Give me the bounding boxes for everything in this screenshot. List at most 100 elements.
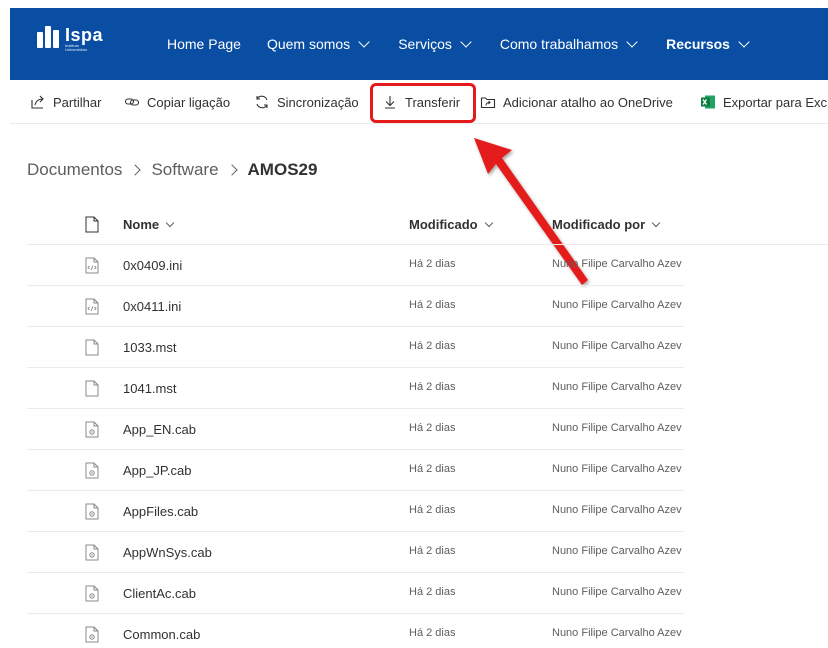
breadcrumb-current: AMOS29 (247, 160, 318, 179)
share-button[interactable]: Partilhar (30, 94, 101, 110)
code-file-icon (85, 298, 99, 320)
chevron-right-icon (225, 164, 238, 176)
list-header: Nome Modificado Modificado por (27, 203, 827, 245)
table-row[interactable]: 1041.mst Há 2 dias Nuno Filipe Carvalho … (27, 368, 684, 409)
nav-item-recursos[interactable]: Recursos (666, 36, 750, 52)
copy-link-label: Copiar ligação (147, 94, 231, 110)
chevron-right-icon (129, 164, 142, 176)
table-row[interactable]: App_EN.cab Há 2 dias Nuno Filipe Carvalh… (27, 409, 684, 450)
system-file-icon (85, 421, 99, 443)
sync-icon (254, 94, 270, 110)
column-header-name-label: Nome (123, 217, 160, 232)
link-icon (124, 94, 140, 110)
export-excel-button[interactable]: Exportar para Exc (700, 94, 827, 110)
copy-link-button[interactable]: Copiar ligação (124, 94, 230, 110)
chevron-down-icon (165, 218, 175, 227)
column-header-modified-by[interactable]: Modificado por (552, 217, 661, 232)
ispa-logo-icon (37, 26, 61, 48)
file-name[interactable]: AppWnSys.cab (123, 545, 212, 560)
logo-subtitle-2: Universitário (65, 47, 88, 52)
file-modified: Há 2 dias (409, 258, 456, 270)
file-name[interactable]: AppFiles.cab (123, 504, 198, 519)
nav-item-label: Recursos (666, 36, 730, 52)
system-file-icon (85, 626, 99, 648)
breadcrumb-item-software[interactable]: Software (151, 160, 218, 180)
generic-file-icon (85, 380, 99, 402)
file-modified: Há 2 dias (409, 299, 456, 311)
column-header-name[interactable]: Nome (123, 217, 175, 232)
sync-button[interactable]: Sincronização (254, 94, 359, 110)
file-modified: Há 2 dias (409, 463, 456, 475)
file-name[interactable]: 0x0411.ini (123, 299, 181, 314)
code-file-icon (85, 257, 99, 279)
file-modified-by: Nuno Filipe Carvalho Azev (552, 299, 682, 311)
chevron-down-icon (738, 36, 750, 48)
table-row[interactable]: AppWnSys.cab Há 2 dias Nuno Filipe Carva… (27, 532, 684, 573)
file-modified-by: Nuno Filipe Carvalho Azev (552, 258, 682, 270)
system-file-icon (85, 544, 99, 566)
file-name[interactable]: App_JP.cab (123, 463, 191, 478)
table-row[interactable]: App_JP.cab Há 2 dias Nuno Filipe Carvalh… (27, 450, 684, 491)
file-modified: Há 2 dias (409, 627, 456, 639)
file-modified-by: Nuno Filipe Carvalho Azev (552, 586, 682, 598)
add-onedrive-shortcut-button[interactable]: Adicionar atalho ao OneDrive (480, 94, 673, 110)
nav-item-servicos[interactable]: Serviços (398, 36, 472, 52)
column-header-modified-label: Modificado (409, 217, 478, 232)
file-name[interactable]: 1041.mst (123, 381, 176, 396)
file-modified: Há 2 dias (409, 422, 456, 434)
table-row[interactable]: ClientAc.cab Há 2 dias Nuno Filipe Carva… (27, 573, 684, 614)
table-row[interactable]: 0x0411.ini Há 2 dias Nuno Filipe Carvalh… (27, 286, 684, 327)
column-header-modified[interactable]: Modificado (409, 217, 493, 232)
top-navigation-bar: Ispa Instituto Universitário Home Page Q… (10, 8, 828, 80)
file-name[interactable]: Common.cab (123, 627, 200, 642)
system-file-icon (85, 585, 99, 607)
file-name[interactable]: App_EN.cab (123, 422, 196, 437)
nav-item-quem-somos[interactable]: Quem somos (266, 36, 370, 52)
nav-item-como-trabalhamos[interactable]: Como trabalhamos (499, 36, 638, 52)
column-header-modified-by-label: Modificado por (552, 217, 646, 232)
file-name[interactable]: ClientAc.cab (123, 586, 196, 601)
excel-icon (700, 94, 716, 110)
chevron-down-icon (358, 36, 370, 48)
add-onedrive-shortcut-label: Adicionar atalho ao OneDrive (503, 94, 673, 110)
ispa-logo[interactable]: Ispa Instituto Universitário (37, 26, 103, 52)
chevron-down-icon (460, 36, 472, 48)
file-modified-by: Nuno Filipe Carvalho Azev (552, 627, 682, 639)
file-modified: Há 2 dias (409, 545, 456, 557)
file-modified-by: Nuno Filipe Carvalho Azev (552, 463, 682, 475)
file-modified: Há 2 dias (409, 381, 456, 393)
annotation-highlight-box (370, 83, 476, 123)
file-list: Nome Modificado Modificado por 0x0409.in… (27, 203, 827, 648)
sync-label: Sincronização (277, 94, 359, 110)
file-modified-by: Nuno Filipe Carvalho Azev (552, 381, 682, 393)
breadcrumb: Documentos Software AMOS29 (27, 160, 317, 180)
table-row[interactable]: AppFiles.cab Há 2 dias Nuno Filipe Carva… (27, 491, 684, 532)
file-modified-by: Nuno Filipe Carvalho Azev (552, 504, 682, 516)
system-file-icon (85, 462, 99, 484)
table-row[interactable]: 1033.mst Há 2 dias Nuno Filipe Carvalho … (27, 327, 684, 368)
share-icon (30, 94, 46, 110)
file-modified: Há 2 dias (409, 504, 456, 516)
nav-item-label: Como trabalhamos (499, 36, 619, 52)
nav-item-home-page[interactable]: Home Page (167, 36, 241, 52)
share-label: Partilhar (53, 94, 102, 110)
logo-name: Ispa (65, 25, 104, 45)
file-modified-by: Nuno Filipe Carvalho Azev (552, 545, 682, 557)
file-modified: Há 2 dias (409, 340, 456, 352)
table-row[interactable]: Common.cab Há 2 dias Nuno Filipe Carvalh… (27, 614, 684, 648)
nav-item-label: Quem somos (266, 36, 351, 52)
file-modified: Há 2 dias (409, 586, 456, 598)
file-modified-by: Nuno Filipe Carvalho Azev (552, 422, 682, 434)
file-type-header-icon[interactable] (85, 216, 99, 236)
file-name[interactable]: 1033.mst (123, 340, 176, 355)
table-row[interactable]: 0x0409.ini Há 2 dias Nuno Filipe Carvalh… (27, 245, 684, 286)
chevron-down-icon (651, 218, 661, 227)
file-modified-by: Nuno Filipe Carvalho Azev (552, 340, 682, 352)
file-name[interactable]: 0x0409.ini (123, 258, 182, 273)
generic-file-icon (85, 339, 99, 361)
breadcrumb-item-documentos[interactable]: Documentos (27, 160, 122, 180)
nav-item-label: Home Page (167, 36, 241, 52)
chevron-down-icon (484, 218, 493, 227)
nav-item-label: Serviços (398, 36, 452, 52)
chevron-down-icon (626, 36, 638, 48)
